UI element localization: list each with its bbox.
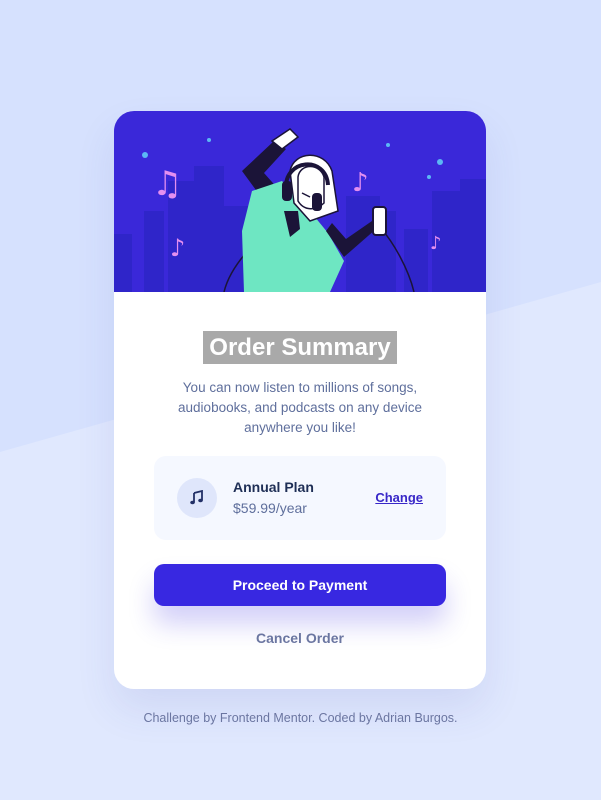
page-title: Order Summary — [203, 331, 397, 364]
plan-name: Annual Plan — [233, 479, 314, 495]
order-summary-card: ♫ ♪ ♪ ♪ Order Summary You can now listen… — [114, 111, 486, 689]
plan-box: Annual Plan $59.99/year Change — [154, 456, 446, 540]
svg-text:♫: ♫ — [152, 164, 182, 204]
svg-text:♪: ♪ — [430, 233, 442, 254]
hero-illustration: ♫ ♪ ♪ ♪ — [114, 111, 486, 292]
music-note-icon — [177, 478, 217, 518]
svg-text:♪: ♪ — [170, 234, 185, 262]
plan-price: $59.99/year — [233, 500, 307, 516]
svg-text:♪: ♪ — [352, 168, 369, 198]
order-description: You can now listen to millions of songs,… — [178, 380, 422, 435]
attribution-footer: Challenge by Frontend Mentor. Coded by A… — [143, 711, 458, 725]
cancel-order-button[interactable]: Cancel Order — [154, 630, 446, 646]
proceed-to-payment-button[interactable]: Proceed to Payment — [154, 564, 446, 606]
change-plan-link[interactable]: Change — [375, 490, 423, 505]
